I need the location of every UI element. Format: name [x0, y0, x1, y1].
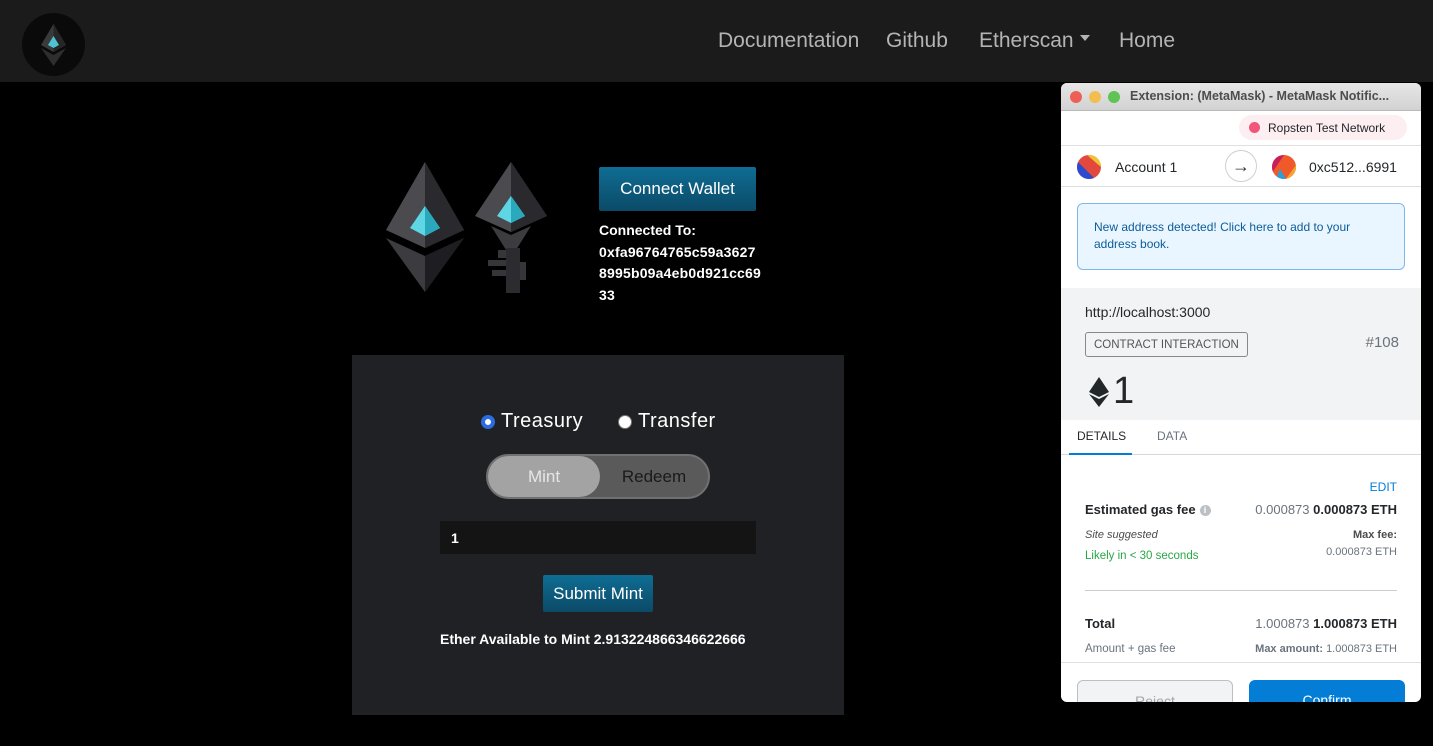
to-address[interactable]: 0xc512...6991 [1309, 159, 1397, 175]
radio-transfer[interactable]: Transfer [618, 410, 716, 433]
window-titlebar: Extension: (MetaMask) - MetaMask Notific… [1061, 83, 1421, 111]
info-icon[interactable]: i [1199, 505, 1211, 516]
gas-fee-values: 0.000873 0.000873 ETH [1255, 502, 1397, 517]
maximize-window-icon[interactable] [1108, 91, 1120, 103]
connect-wallet-button[interactable]: Connect Wallet [599, 167, 756, 211]
transaction-summary: http://localhost:3000 CONTRACT INTERACTI… [1061, 288, 1421, 420]
from-account-name[interactable]: Account 1 [1115, 159, 1177, 175]
transaction-number: #108 [1365, 334, 1399, 351]
estimated-gas-fee-label: Estimated gas fee i [1085, 502, 1211, 517]
divider [1085, 590, 1397, 591]
likely-time-text: Likely in < 30 seconds [1085, 550, 1199, 562]
wallet-address-line-3: 33 [599, 287, 615, 303]
gas-fee-fiat: 0.000873 [1255, 502, 1310, 517]
network-selector[interactable]: Ropsten Test Network [1239, 115, 1407, 140]
radio-treasury-label: Treasury [501, 410, 584, 432]
confirm-button[interactable]: Confirm [1249, 680, 1405, 702]
origin-url: http://localhost:3000 [1085, 304, 1211, 320]
eth-icon [1089, 376, 1109, 407]
toggle-redeem[interactable]: Redeem [600, 456, 708, 497]
caret-down-icon [1079, 35, 1090, 42]
close-window-icon[interactable] [1070, 91, 1082, 103]
tab-data[interactable]: DATA [1157, 429, 1187, 443]
radio-transfer-label: Transfer [638, 410, 716, 432]
nav-documentation[interactable]: Documentation [718, 29, 859, 53]
submit-mint-button[interactable]: Submit Mint [543, 575, 653, 612]
sender-recipient-row: Account 1 → 0xc512...6991 [1061, 145, 1421, 187]
wallet-address-line-2: 8995b09a4eb0d921cc69 [599, 265, 762, 281]
ethereum-logo-icon[interactable] [22, 13, 85, 76]
arrow-right-icon: → [1225, 150, 1257, 182]
radio-selected-icon [481, 414, 495, 429]
total-eth: 1.000873 ETH [1313, 616, 1397, 631]
transaction-amount-value: 1 [1113, 370, 1135, 412]
total-values: 1.000873 1.000873 ETH [1255, 616, 1397, 631]
recipient-avatar-icon [1272, 155, 1296, 179]
total-fiat: 1.000873 [1255, 616, 1310, 631]
connected-to-label: Connected To: [599, 222, 696, 238]
amount-input[interactable] [440, 521, 756, 554]
radio-treasury[interactable]: Treasury [481, 410, 583, 433]
ethereum-hero-logos-icon [380, 158, 555, 298]
ether-available-text: Ether Available to Mint 2.91322486634662… [440, 631, 746, 647]
mint-redeem-toggle: Mint Redeem [486, 454, 710, 499]
nav-etherscan-label: Etherscan [979, 29, 1074, 52]
tab-details[interactable]: DETAILS [1077, 429, 1126, 443]
account-avatar-icon [1077, 155, 1101, 179]
transaction-amount: 1 [1089, 370, 1134, 413]
radio-unselected-icon [618, 414, 632, 429]
max-fee-value: 0.000873 ETH [1326, 546, 1397, 558]
nav-etherscan-dropdown[interactable]: Etherscan [979, 29, 1090, 53]
network-dot-icon [1249, 122, 1260, 133]
max-amount-value: 1.000873 ETH [1326, 643, 1397, 655]
navbar: Documentation Github Etherscan Home [0, 0, 1433, 82]
amount-gas-label: Amount + gas fee [1085, 643, 1176, 655]
max-amount-label: Max amount: [1255, 643, 1323, 655]
active-tab-indicator [1069, 453, 1132, 455]
wallet-address-line-1: 0xfa96764765c59a3627 [599, 244, 756, 260]
nav-github[interactable]: Github [886, 29, 948, 53]
total-label: Total [1085, 616, 1116, 631]
window-title: Extension: (MetaMask) - MetaMask Notific… [1130, 89, 1390, 103]
max-amount: Max amount: 1.000873 ETH [1255, 643, 1397, 655]
gas-fee-eth: 0.000873 ETH [1313, 502, 1397, 517]
minimize-window-icon[interactable] [1089, 91, 1101, 103]
details-tabs: DETAILS DATA [1061, 420, 1421, 455]
footer-divider [1061, 662, 1421, 663]
max-fee-label: Max fee: [1352, 529, 1397, 541]
new-address-notice[interactable]: New address detected! Click here to add … [1077, 203, 1405, 270]
contract-interaction-badge: CONTRACT INTERACTION [1085, 332, 1248, 357]
edit-gas-link[interactable]: EDIT [1370, 480, 1397, 494]
network-name: Ropsten Test Network [1268, 120, 1386, 135]
estimated-gas-fee-text: Estimated gas fee [1085, 502, 1196, 517]
reject-button[interactable]: Reject [1077, 680, 1233, 702]
site-suggested-label: Site suggested [1085, 529, 1158, 541]
toggle-mint[interactable]: Mint [488, 456, 600, 497]
nav-home[interactable]: Home [1119, 29, 1175, 53]
metamask-window: Extension: (MetaMask) - MetaMask Notific… [1061, 83, 1421, 702]
